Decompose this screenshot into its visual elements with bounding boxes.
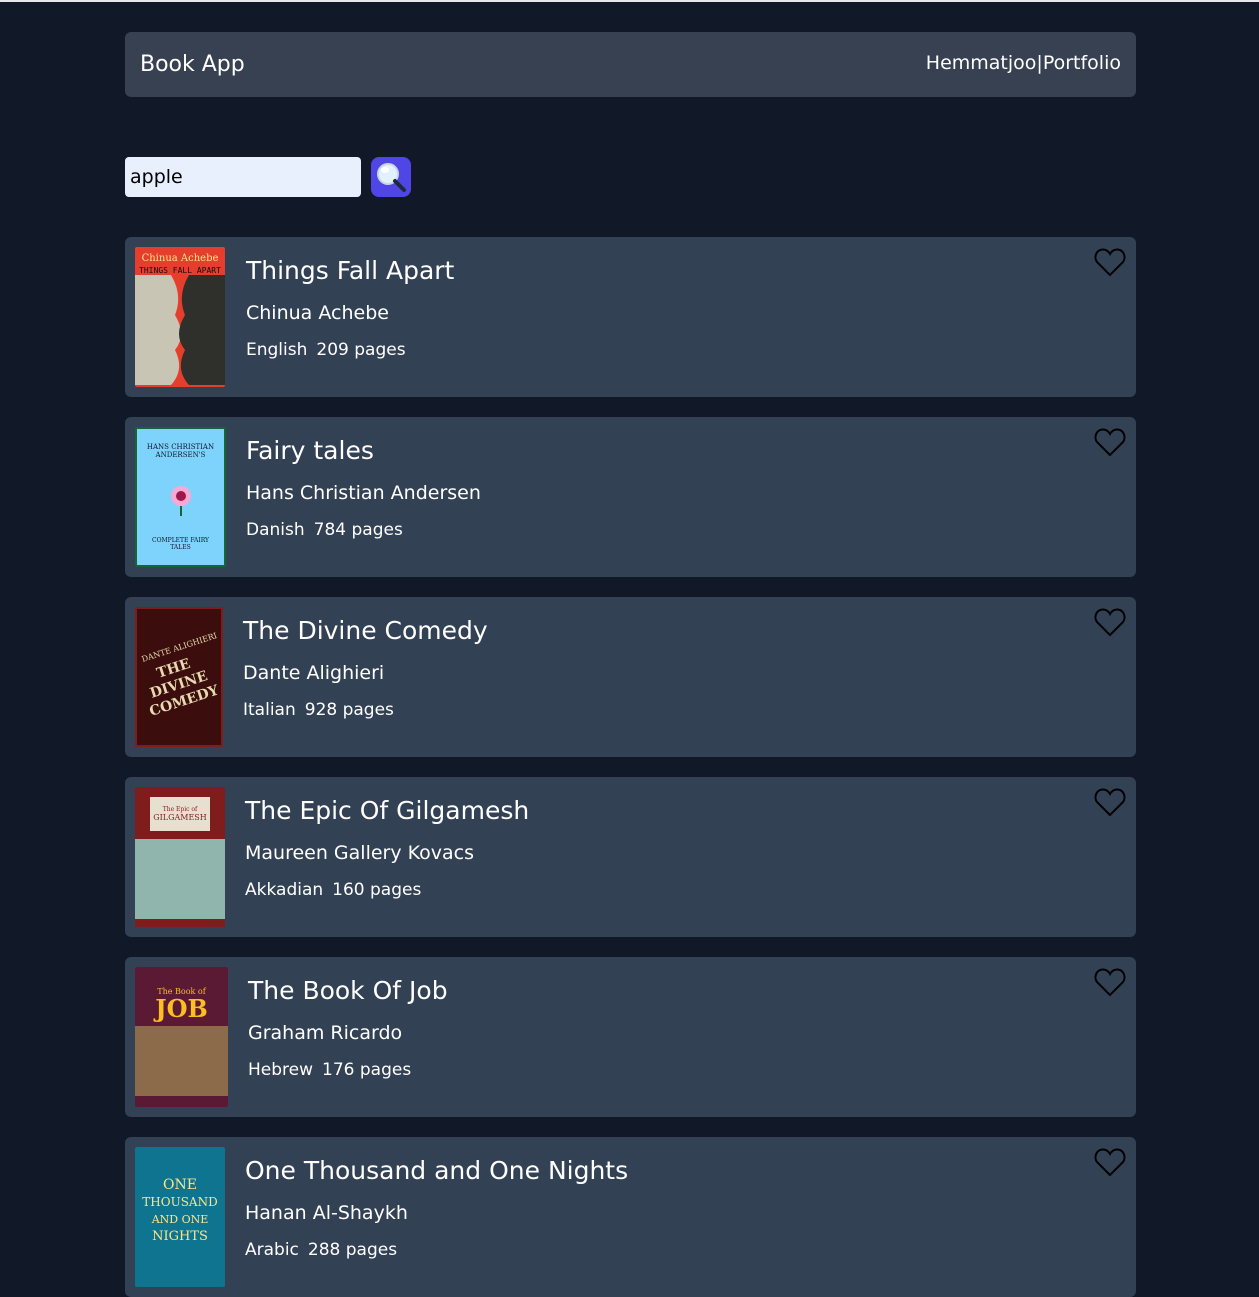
book-author: Dante Alighieri — [243, 662, 385, 684]
book-meta: English 209 pages — [246, 339, 454, 361]
book-language: Arabic — [245, 1240, 299, 1260]
book-card[interactable]: DANTE ALIGHIERI THE DIVINE COMEDY The Di… — [125, 597, 1136, 757]
book-pages: 288 pages — [307, 1240, 398, 1260]
book-cover-image: HANS CHRISTIAN ANDERSEN'S COMPLETE FAIRY… — [135, 427, 226, 567]
book-language: English — [246, 340, 308, 360]
book-cover-image: The Book of JOB — [135, 967, 228, 1107]
search-input[interactable] — [125, 157, 361, 197]
book-title: Fairy tales — [246, 436, 374, 465]
book-info: The Epic Of Gilgamesh Maureen Gallery Ko… — [245, 787, 529, 901]
book-language: Hebrew — [248, 1060, 314, 1080]
book-pages: 160 pages — [332, 880, 422, 900]
book-pages: 784 pages — [313, 520, 403, 540]
book-meta: Hebrew 176 pages — [248, 1059, 448, 1081]
book-author: Chinua Achebe — [246, 302, 389, 324]
book-meta: Danish 784 pages — [246, 519, 481, 541]
heart-icon[interactable] — [1094, 607, 1126, 637]
book-author: Hans Christian Andersen — [246, 482, 481, 504]
book-pages: 176 pages — [322, 1060, 412, 1080]
heart-icon[interactable] — [1094, 427, 1126, 457]
book-author: Hanan Al-Shaykh — [245, 1202, 408, 1224]
heart-icon[interactable] — [1094, 967, 1126, 997]
heart-icon[interactable] — [1094, 247, 1126, 277]
book-author: Maureen Gallery Kovacs — [245, 842, 475, 864]
book-cover-image: Chinua Achebe THINGS FALL APART — [135, 247, 225, 387]
book-pages: 928 pages — [304, 700, 394, 720]
navbar: Book App Hemmatjoo | Portfolio — [125, 32, 1136, 97]
book-cover-image: DANTE ALIGHIERI THE DIVINE COMEDY — [135, 607, 223, 747]
book-info: One Thousand and One Nights Hanan Al-Sha… — [245, 1147, 628, 1261]
book-language: Danish — [246, 520, 305, 540]
book-title: The Divine Comedy — [243, 616, 488, 645]
book-info: The Book Of Job Graham Ricardo Hebrew 176… — [248, 967, 448, 1081]
book-title: The Book Of Job — [248, 976, 448, 1005]
book-card[interactable]: HANS CHRISTIAN ANDERSEN'S COMPLETE FAIRY… — [125, 417, 1136, 577]
book-author: Graham Ricardo — [248, 1022, 403, 1044]
book-card[interactable]: ONE THOUSAND AND ONE NIGHTS One Thousand… — [125, 1137, 1136, 1297]
book-title: Things Fall Apart — [246, 256, 455, 285]
book-info: The Divine Comedy Dante Alighieri Italia… — [243, 607, 488, 721]
book-language: Italian — [243, 700, 296, 720]
book-meta: Arabic 288 pages — [245, 1239, 628, 1261]
book-meta: Italian 928 pages — [243, 699, 488, 721]
nav-links: Hemmatjoo | Portfolio — [926, 51, 1121, 75]
book-info: Things Fall Apart Chinua Achebe English 2… — [246, 247, 454, 361]
book-language: Akkadian — [245, 880, 324, 900]
nav-link-portfolio[interactable]: Portfolio — [1043, 51, 1121, 75]
search-button[interactable] — [371, 157, 411, 197]
book-pages: 209 pages — [316, 340, 406, 360]
nav-link-hemmatjoo[interactable]: Hemmatjoo — [926, 51, 1037, 75]
search-icon — [377, 163, 406, 192]
book-card[interactable]: The Book of JOB The Book Of Job Graham R… — [125, 957, 1136, 1117]
top-border — [0, 0, 1259, 2]
book-info: Fairy tales Hans Christian Andersen Dani… — [246, 427, 481, 541]
book-meta: Akkadian 160 pages — [245, 879, 529, 901]
book-card[interactable]: Chinua Achebe THINGS FALL APART Things F… — [125, 237, 1136, 397]
heart-icon[interactable] — [1094, 1147, 1126, 1177]
book-cover-image: The Epic of GILGAMESH — [135, 787, 225, 927]
book-card[interactable]: The Epic of GILGAMESH The Epic Of Gilgam… — [125, 777, 1136, 937]
book-title: The Epic Of Gilgamesh — [245, 796, 530, 825]
book-title: One Thousand and One Nights — [245, 1156, 629, 1185]
brand-title[interactable]: Book App — [140, 51, 245, 79]
heart-icon[interactable] — [1094, 787, 1126, 817]
book-cover-image: ONE THOUSAND AND ONE NIGHTS — [135, 1147, 225, 1287]
